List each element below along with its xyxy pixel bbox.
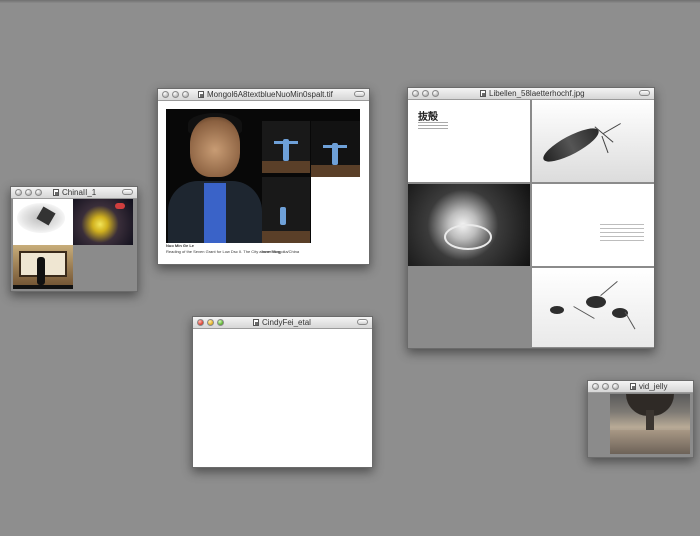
page-title-cell: 抜殻 bbox=[408, 100, 530, 182]
minimize-button[interactable] bbox=[25, 189, 32, 196]
window-title-text: CindyFei_etal bbox=[262, 318, 311, 327]
titlebar[interactable]: Libellen_58laetterhochf.jpg bbox=[408, 88, 654, 100]
page-heading: 抜殻 bbox=[418, 112, 438, 123]
window-title: vid_jelly bbox=[630, 381, 667, 392]
titlebar[interactable]: vid_jelly bbox=[588, 381, 693, 393]
window-content bbox=[588, 393, 693, 457]
zoom-button[interactable] bbox=[217, 319, 224, 326]
window-libellen[interactable]: Libellen_58laetterhochf.jpg 抜殻 bbox=[407, 87, 655, 349]
document-icon bbox=[630, 383, 636, 390]
window-content: 抜殻 bbox=[408, 100, 654, 348]
zoom-button[interactable] bbox=[182, 91, 189, 98]
image-insect-2 bbox=[532, 268, 654, 347]
zoom-button[interactable] bbox=[432, 90, 439, 97]
close-button[interactable] bbox=[592, 383, 599, 390]
window-mongol[interactable]: Mongol6A8textblueNuoMin0spalt.tif Nuo Mi… bbox=[157, 88, 370, 265]
portrait-image bbox=[166, 109, 360, 243]
minimize-button[interactable] bbox=[172, 91, 179, 98]
thumbnail-window-figure[interactable] bbox=[13, 245, 73, 289]
document-icon bbox=[480, 90, 486, 97]
zoom-button[interactable] bbox=[612, 383, 619, 390]
toolbar-toggle-button[interactable] bbox=[357, 319, 368, 325]
window-content bbox=[11, 199, 137, 291]
zoom-button[interactable] bbox=[35, 189, 42, 196]
toolbar-toggle-button[interactable] bbox=[639, 90, 650, 96]
minimize-button[interactable] bbox=[422, 90, 429, 97]
window-content-blank bbox=[193, 329, 372, 467]
toolbar-toggle-button[interactable] bbox=[354, 91, 365, 97]
window-title-text: Mongol6A8textblueNuoMin0spalt.tif bbox=[207, 90, 333, 99]
minimize-button[interactable] bbox=[207, 319, 214, 326]
thumbnail-smoke[interactable] bbox=[13, 199, 73, 245]
window-cindyfei[interactable]: CindyFei_etal bbox=[192, 316, 373, 468]
window-content: Nuo Min Ge Le Reading of the Seven Grant… bbox=[158, 101, 369, 264]
window-title-text: vid_jelly bbox=[639, 382, 668, 391]
window-title: ChinaII_1 bbox=[53, 187, 96, 198]
titlebar[interactable]: ChinaII_1 bbox=[11, 187, 137, 199]
close-button[interactable] bbox=[162, 91, 169, 98]
window-title: Libellen_58laetterhochf.jpg bbox=[480, 88, 585, 99]
document-icon bbox=[198, 91, 204, 98]
minimize-button[interactable] bbox=[602, 383, 609, 390]
window-title: Mongol6A8textblueNuoMin0spalt.tif bbox=[198, 89, 333, 100]
close-button[interactable] bbox=[412, 90, 419, 97]
titlebar[interactable]: Mongol6A8textblueNuoMin0spalt.tif bbox=[158, 89, 369, 101]
image-insect-1 bbox=[532, 100, 654, 182]
window-title-text: ChinaII_1 bbox=[62, 188, 97, 197]
thumbnail-glow[interactable] bbox=[73, 199, 133, 245]
caption-meta: Inner Mog bbox=[262, 249, 281, 254]
image-smoke bbox=[408, 184, 530, 266]
window-title-text: Libellen_58laetterhochf.jpg bbox=[489, 89, 585, 98]
video-thumbnail[interactable] bbox=[610, 394, 690, 454]
text-cell bbox=[532, 184, 654, 266]
window-vidjelly[interactable]: vid_jelly bbox=[587, 380, 694, 458]
titlebar[interactable]: CindyFei_etal bbox=[193, 317, 372, 329]
close-button[interactable] bbox=[15, 189, 22, 196]
close-button[interactable] bbox=[197, 319, 204, 326]
window-title: CindyFei_etal bbox=[253, 317, 311, 328]
menubar-edge bbox=[0, 0, 700, 3]
document-icon bbox=[53, 189, 59, 196]
document-icon bbox=[253, 319, 259, 326]
window-chinaii[interactable]: ChinaII_1 bbox=[10, 186, 138, 292]
toolbar-toggle-button[interactable] bbox=[122, 189, 133, 195]
